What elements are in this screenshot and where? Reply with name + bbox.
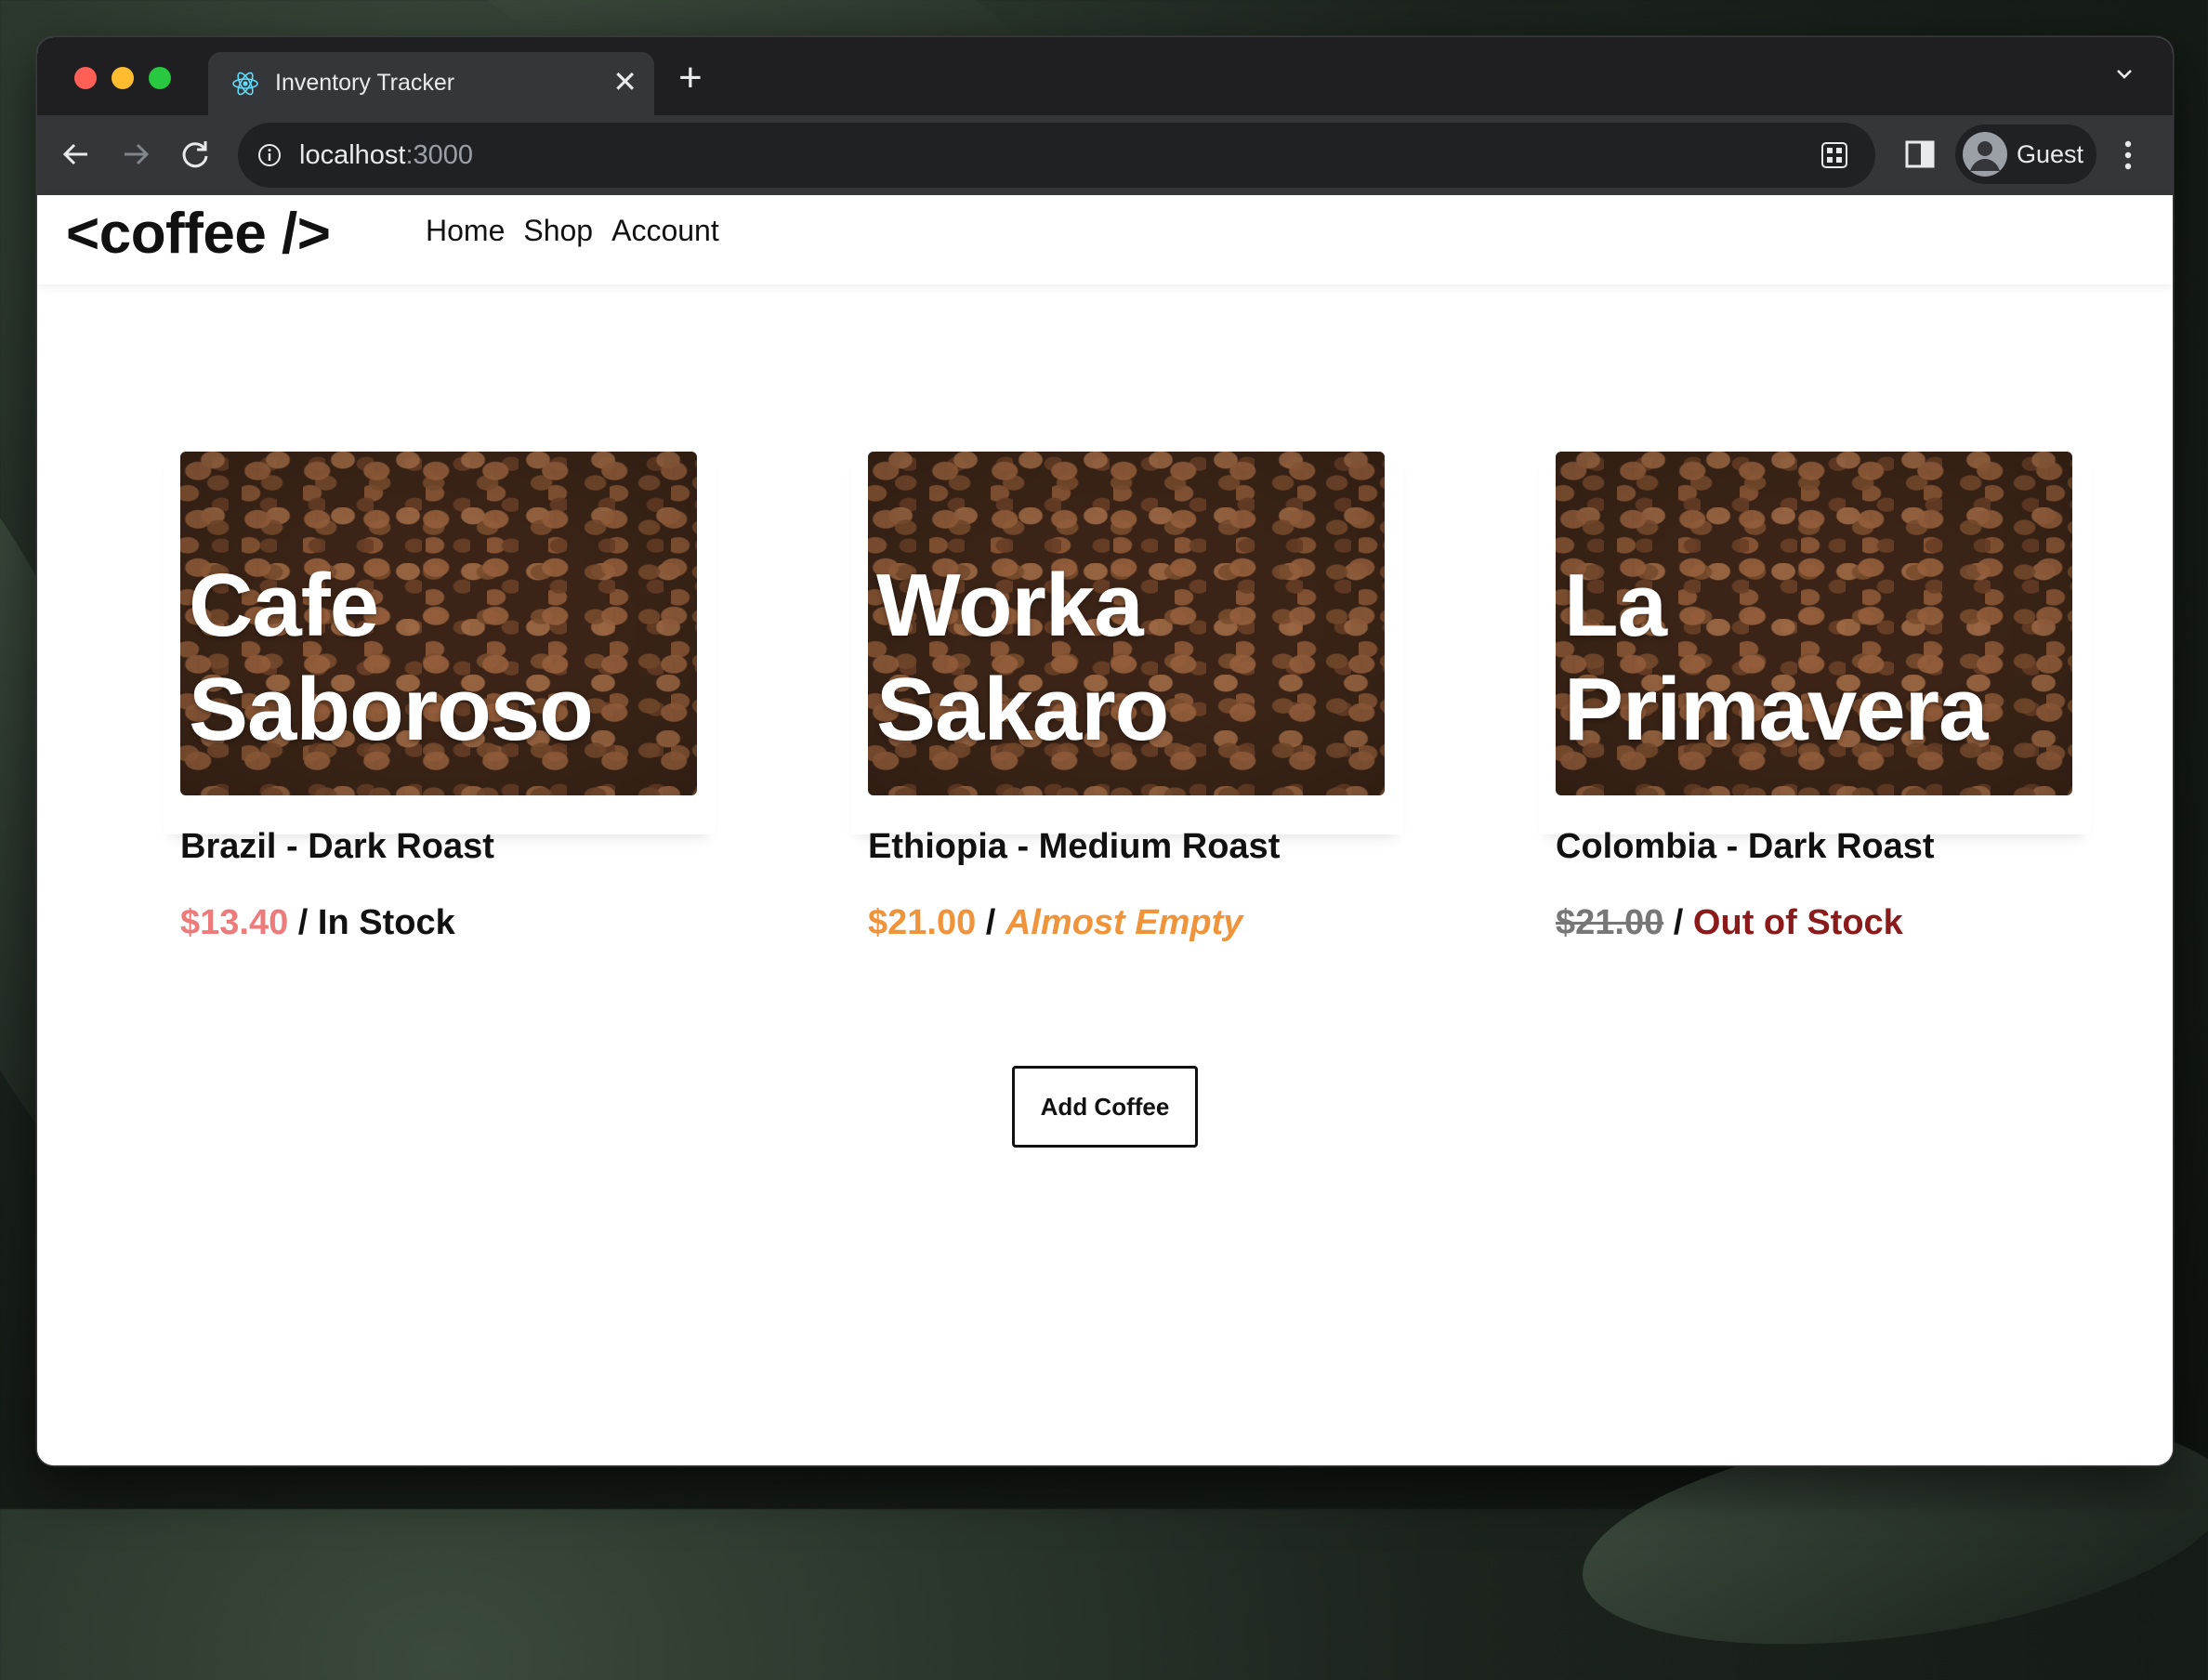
coffee-name: Cafe Saboroso [189,556,594,759]
avatar [1963,132,2007,177]
coffee-price-status: $21.00 / Almost Empty [868,903,1242,943]
apps-icon[interactable] [1820,140,1849,170]
reload-icon[interactable] [175,134,216,175]
arrow-left-icon[interactable] [56,134,97,175]
minimize-window-button[interactable] [112,67,134,89]
new-tab-icon[interactable]: + [678,58,703,98]
browser-toolbar: localhost:3000 Guest [37,115,2173,195]
coffee-image: La Primavera [1556,452,2072,795]
price-separator: / [976,903,1005,942]
close-tab-icon[interactable]: ✕ [612,65,637,98]
coffee-image: Cafe Saboroso [180,452,697,795]
add-coffee-button[interactable]: Add Coffee [1012,1066,1198,1148]
price-separator: / [288,903,318,942]
stock-status: Almost Empty [1005,903,1243,942]
address-bar[interactable]: localhost:3000 [238,123,1875,188]
kebab-menu-icon[interactable] [2119,134,2137,177]
info-icon[interactable] [256,142,283,168]
stock-status: Out of Stock [1692,903,1903,942]
coffee-name: La Primavera [1564,556,1988,759]
coffee-name: Worka Sakaro [876,556,1169,759]
coffee-card[interactable]: Worka Sakaro Ethiopia - Medium Roast $21… [851,452,1403,942]
coffee-card[interactable]: La Primavera Colombia - Dark Roast $21.0… [1539,452,2091,942]
coffee-price: $21.00 [868,903,977,942]
coffee-price-status: $13.40 / In Stock [180,903,455,943]
stock-status: In Stock [317,903,455,942]
profile-name: Guest [2017,140,2084,168]
profile-button[interactable]: Guest [1955,125,2096,184]
tab-bar: Inventory Tracker ✕ + [37,37,2173,115]
coffee-origin: Colombia - Dark Roast [1556,827,1935,866]
maximize-window-button[interactable] [149,67,171,89]
coffee-price: $13.40 [180,903,289,942]
browser-window: Inventory Tracker ✕ + localhost:3000 Gue… [37,37,2173,1465]
browser-tab[interactable]: Inventory Tracker ✕ [208,52,654,115]
coffee-price-status: $21.00 / Out of Stock [1556,903,1903,943]
coffee-origin: Brazil - Dark Roast [180,827,494,866]
tab-title: Inventory Tracker [275,70,455,96]
coffee-card[interactable]: Cafe Saboroso Brazil - Dark Roast $13.40… [164,452,716,942]
main-nav: Home Shop Account [426,214,719,248]
react-icon [232,72,258,96]
coffee-image: Worka Sakaro [868,452,1385,795]
site-logo[interactable]: <coffee /> [66,201,331,267]
nav-link-shop[interactable]: Shop [523,214,593,248]
page-content: <coffee /> Home Shop Account Cafe Saboro… [37,195,2173,1465]
arrow-right-icon[interactable] [115,134,156,175]
coffee-price: $21.00 [1556,903,1664,942]
close-window-button[interactable] [74,67,97,89]
side-panel-icon[interactable] [1903,138,1937,171]
chevron-down-icon[interactable] [2113,61,2136,91]
price-separator: / [1663,903,1693,942]
nav-link-account[interactable]: Account [611,214,719,248]
coffee-origin: Ethiopia - Medium Roast [868,827,1281,866]
url-text: localhost:3000 [299,140,474,170]
nav-link-home[interactable]: Home [426,214,505,248]
site-header: <coffee /> Home Shop Account [37,195,2173,284]
